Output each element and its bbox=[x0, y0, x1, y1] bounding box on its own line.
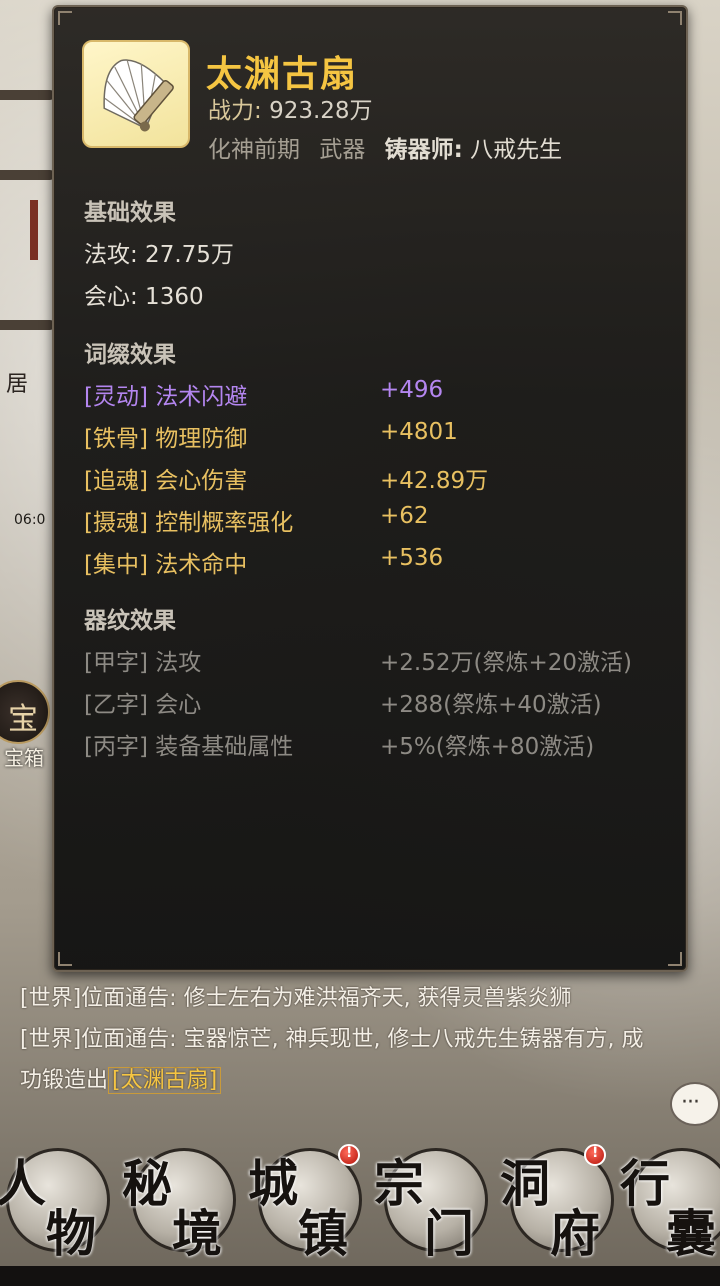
affix-tag: [集中] 法术命中 bbox=[84, 552, 248, 578]
panel-corner bbox=[58, 952, 72, 966]
nav-char: 境 bbox=[172, 1204, 222, 1263]
bottom-strip bbox=[0, 1266, 720, 1286]
affix-tag: [追魂] 会心伤害 bbox=[84, 468, 248, 494]
bottom-nav: 人 物 秘 境 城 镇 宗 门 洞 府 行 囊 bbox=[0, 1140, 720, 1286]
power-value: 923.28万 bbox=[269, 98, 373, 124]
affix-value: +42.89万 bbox=[380, 468, 489, 494]
nav-char: 镇 bbox=[298, 1204, 348, 1263]
alert-dot-icon bbox=[584, 1144, 606, 1166]
nav-character[interactable]: 人 物 bbox=[0, 1140, 122, 1270]
building-label[interactable]: 居 bbox=[6, 366, 28, 398]
item-name: 太渊古扇 bbox=[206, 53, 359, 95]
item-realm: 化神前期 bbox=[208, 137, 300, 163]
chat-item-link[interactable]: [太渊古扇] bbox=[108, 1067, 222, 1094]
base-effect-line: 会心: 1360 bbox=[84, 284, 204, 310]
chat-message-text: [世界]位面通告: 修士左右为难洪福齐天, 获得灵兽紫炎狮 bbox=[20, 986, 572, 1011]
pattern-value: +288(祭炼+40激活) bbox=[380, 692, 602, 718]
affix-value: +4801 bbox=[380, 419, 458, 445]
panel-corner bbox=[58, 11, 72, 25]
power-label: 战力: bbox=[208, 98, 262, 124]
panel-corner bbox=[668, 952, 682, 966]
nav-inventory[interactable]: 行 囊 bbox=[616, 1140, 720, 1270]
pattern-effects-title: 器纹效果 bbox=[84, 608, 176, 634]
pattern-value: +5%(祭炼+80激活) bbox=[380, 734, 595, 760]
nav-char: 城 bbox=[248, 1154, 298, 1213]
pillar-decoration bbox=[30, 200, 38, 260]
affix-tag: [铁骨] 物理防御 bbox=[84, 426, 248, 452]
nav-sect[interactable]: 宗 门 bbox=[370, 1140, 500, 1270]
panel-corner bbox=[668, 11, 682, 25]
item-meta-row: 化神前期 武器 铸器师: 八戒先生 bbox=[208, 130, 562, 164]
pattern-value: +2.52万(祭炼+20激活) bbox=[380, 650, 632, 676]
nav-char: 府 bbox=[550, 1204, 600, 1263]
chat-message: [世界]位面通告: 宝器惊芒, 神兵现世, 修士八戒先生铸器有方, 成功锻造出[… bbox=[20, 1019, 660, 1101]
nav-char: 秘 bbox=[122, 1154, 172, 1213]
pattern-tag: [乙字] 会心 bbox=[84, 692, 202, 718]
pattern-tag: [丙字] 装备基础属性 bbox=[84, 734, 294, 760]
nav-cave[interactable]: 洞 府 bbox=[496, 1140, 626, 1270]
roof-decoration bbox=[0, 320, 55, 330]
nav-char: 囊 bbox=[666, 1204, 716, 1263]
affix-effects-title: 词缀效果 bbox=[84, 342, 176, 368]
fan-icon bbox=[82, 40, 190, 148]
world-chat[interactable]: [世界]位面通告: 修士左右为难洪福齐天, 获得灵兽紫炎狮 [世界]位面通告: … bbox=[20, 978, 660, 1101]
alert-dot-icon bbox=[338, 1144, 360, 1166]
treasure-label: 宝箱 bbox=[4, 746, 44, 770]
chat-message: [世界]位面通告: 修士左右为难洪福齐天, 获得灵兽紫炎狮 bbox=[20, 978, 660, 1019]
roof-decoration bbox=[0, 170, 55, 180]
nav-char: 宗 bbox=[374, 1154, 424, 1213]
affix-value: +496 bbox=[380, 377, 444, 403]
affix-tag: [摄魂] 控制概率强化 bbox=[84, 510, 294, 536]
time-label: 06:0 bbox=[14, 512, 46, 528]
power-row: 战力: 923.28万 bbox=[208, 91, 373, 125]
base-effects-title: 基础效果 bbox=[84, 200, 176, 226]
nav-secret-realm[interactable]: 秘 境 bbox=[118, 1140, 248, 1270]
roof-decoration bbox=[0, 90, 55, 100]
affix-value: +62 bbox=[380, 503, 429, 529]
nav-char: 门 bbox=[424, 1204, 474, 1263]
nav-char: 人 bbox=[0, 1154, 46, 1213]
chat-bubble-icon[interactable]: ··· bbox=[670, 1082, 720, 1126]
affix-tag: [灵动] 法术闪避 bbox=[84, 384, 248, 410]
smith-label: 铸器师: bbox=[384, 137, 463, 163]
affix-value: +536 bbox=[380, 545, 444, 571]
nav-char: 物 bbox=[46, 1204, 96, 1263]
chat-bubble-dots: ··· bbox=[681, 1090, 700, 1115]
smith-name: 八戒先生 bbox=[470, 137, 563, 163]
treasure-char: 宝 bbox=[8, 702, 38, 737]
nav-char: 洞 bbox=[500, 1154, 550, 1213]
treasure-button[interactable]: 宝 bbox=[0, 680, 50, 744]
item-type: 武器 bbox=[319, 137, 366, 163]
item-detail-panel: 太渊古扇 战力: 923.28万 化神前期 武器 铸器师: 八戒先生 基础效果 … bbox=[52, 5, 688, 972]
nav-town[interactable]: 城 镇 bbox=[244, 1140, 374, 1270]
base-effect-line: 法攻: 27.75万 bbox=[84, 242, 234, 268]
nav-char: 行 bbox=[620, 1154, 670, 1213]
pattern-tag: [甲字] 法攻 bbox=[84, 650, 202, 676]
